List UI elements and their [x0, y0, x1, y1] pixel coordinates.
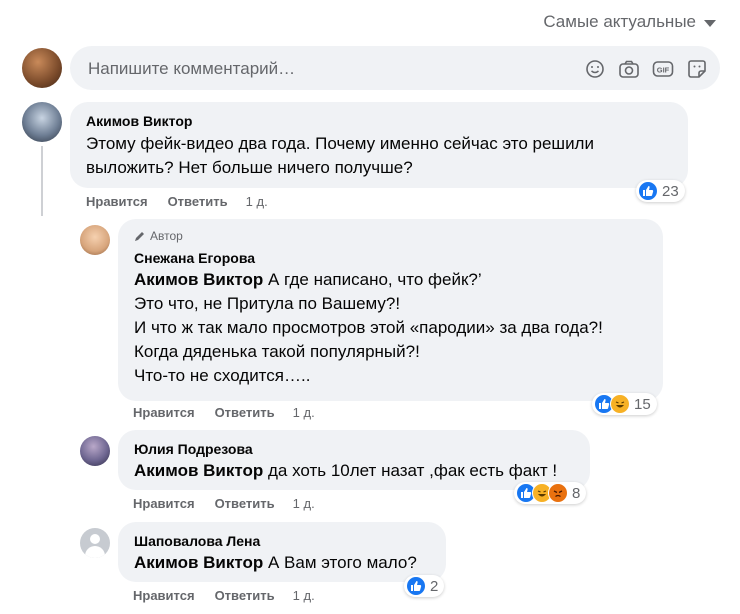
default-avatar-head — [90, 534, 100, 544]
comment-actions: Нравится Ответить 1 д. — [133, 588, 315, 603]
avatar[interactable] — [80, 528, 110, 558]
comment-bubble: Автор Снежана Егорова Акимов Виктор А гд… — [118, 219, 663, 401]
author-badge: Автор — [134, 229, 183, 243]
comment-author[interactable]: Юлия Подрезова — [134, 441, 253, 457]
comment-text: Акимов Виктор А где написано, что фейк?’… — [134, 268, 654, 388]
reply-button[interactable]: Ответить — [215, 588, 275, 603]
emoji-icon[interactable] — [584, 58, 606, 80]
reply-button[interactable]: Ответить — [215, 405, 275, 420]
reaction-summary[interactable]: 8 — [514, 482, 587, 504]
sort-label: Самые актуальные — [543, 12, 696, 31]
comment-composer[interactable]: GIF — [70, 46, 720, 92]
comment-bubble: Акимов Виктор Этому фейк-видео два года.… — [70, 102, 688, 188]
comment-author[interactable]: Акимов Виктор — [86, 113, 192, 129]
like-button[interactable]: Нравится — [86, 194, 148, 209]
timestamp[interactable]: 1 д. — [293, 588, 315, 603]
reaction-summary[interactable]: 2 — [404, 575, 445, 597]
like-button[interactable]: Нравится — [133, 405, 195, 420]
reaction-count: 8 — [572, 484, 581, 502]
author-badge-label: Автор — [150, 229, 183, 243]
svg-text:GIF: GIF — [657, 66, 670, 75]
timestamp[interactable]: 1 д. — [293, 496, 315, 511]
my-avatar[interactable] — [22, 48, 62, 88]
comment-text: Акимов Виктор А Вам этого мало? — [134, 551, 444, 575]
reaction-count: 23 — [662, 182, 679, 200]
pen-icon — [135, 232, 144, 241]
comment-actions: Нравится Ответить 1 д. — [133, 405, 315, 420]
chevron-down-icon — [704, 19, 716, 27]
camera-icon[interactable] — [618, 58, 640, 80]
comment-bubble: Шаповалова Лена Акимов Виктор А Вам этог… — [118, 522, 446, 582]
mention-link[interactable]: Акимов Виктор — [134, 270, 263, 289]
angry-reaction-icon — [548, 483, 568, 503]
mention-link[interactable]: Акимов Виктор — [134, 553, 263, 572]
comment-actions: Нравится Ответить 1 д. — [86, 194, 268, 209]
mention-link[interactable]: Акимов Виктор — [134, 461, 263, 480]
comment-line: да хоть 10лет назат ,фак есть факт ! — [263, 461, 558, 480]
gif-icon[interactable]: GIF — [652, 58, 674, 80]
comment-actions: Нравится Ответить 1 д. — [133, 496, 315, 511]
comment-line: Это что, не Притула по Вашему?! — [134, 294, 401, 313]
comment-author[interactable]: Шаповалова Лена — [134, 533, 260, 549]
reaction-count: 2 — [430, 577, 439, 595]
like-button[interactable]: Нравится — [133, 496, 195, 511]
like-reaction-icon — [638, 181, 658, 201]
reaction-summary[interactable]: 23 — [636, 180, 685, 202]
sticker-icon[interactable] — [686, 58, 708, 80]
comment-line: А где написано, что фейк?’ — [263, 270, 482, 289]
avatar[interactable] — [80, 225, 110, 255]
comment-line: И что ж так мало просмотров этой «пароди… — [134, 318, 603, 337]
like-reaction-icon — [406, 576, 426, 596]
thread-line — [41, 146, 43, 216]
haha-reaction-icon — [610, 394, 630, 414]
comment-line: Когда дяденька такой популярный?! — [134, 342, 420, 361]
comment-text: Акимов Виктор да хоть 10лет назат ,фак е… — [134, 459, 584, 483]
comment-line: Что-то не сходится….. — [134, 366, 311, 385]
sort-dropdown[interactable]: Самые актуальные — [543, 12, 716, 32]
avatar[interactable] — [80, 436, 110, 466]
timestamp[interactable]: 1 д. — [246, 194, 268, 209]
comment-line: А Вам этого мало? — [263, 553, 417, 572]
reply-button[interactable]: Ответить — [168, 194, 228, 209]
comment-text: Этому фейк-видео два года. Почему именно… — [86, 134, 594, 177]
timestamp[interactable]: 1 д. — [293, 405, 315, 420]
comment-bubble: Юлия Подрезова Акимов Виктор да хоть 10л… — [118, 430, 590, 490]
comment-input[interactable] — [86, 46, 570, 92]
reaction-summary[interactable]: 15 — [592, 393, 657, 415]
reply-button[interactable]: Ответить — [215, 496, 275, 511]
comment-author[interactable]: Снежана Егорова — [134, 250, 255, 266]
like-button[interactable]: Нравится — [133, 588, 195, 603]
avatar[interactable] — [22, 102, 62, 142]
default-avatar-body — [85, 546, 105, 558]
reaction-count: 15 — [634, 395, 651, 413]
